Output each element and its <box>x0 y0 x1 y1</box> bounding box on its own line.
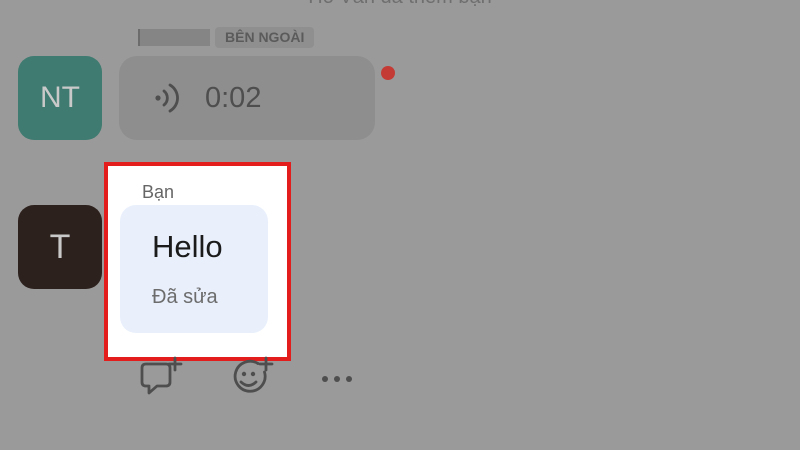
more-icon <box>318 376 358 406</box>
avatar-initial: T <box>49 227 71 266</box>
voice-duration: 0:02 <box>205 82 262 114</box>
add-reaction-button[interactable] <box>228 356 278 407</box>
avatar-nt[interactable]: NT <box>18 56 102 140</box>
unread-indicator <box>381 66 395 80</box>
reply-add-icon <box>136 356 186 406</box>
reply-add-button[interactable] <box>136 356 186 407</box>
avatar-t[interactable]: T <box>18 205 102 289</box>
my-message-bubble[interactable]: Hello Đã sửa <box>120 205 268 333</box>
sender-label: Bạn <box>142 182 175 202</box>
audio-wave-icon <box>153 81 187 120</box>
highlighted-message: Bạn Hello Đã sửa <box>104 162 291 361</box>
avatar-initials: NT <box>40 81 80 114</box>
message-text: Hello <box>152 229 223 264</box>
external-badge: BÊN NGOÀI <box>215 27 315 48</box>
emoji-add-icon <box>228 356 278 406</box>
system-message: Hồ Văn đã thêm bạn <box>0 0 800 9</box>
voice-message-bubble[interactable]: 0:02 <box>119 56 375 140</box>
more-options-button[interactable] <box>318 356 358 407</box>
edited-tag: Đã sửa <box>152 286 218 308</box>
redacted-sender-name <box>138 29 210 46</box>
